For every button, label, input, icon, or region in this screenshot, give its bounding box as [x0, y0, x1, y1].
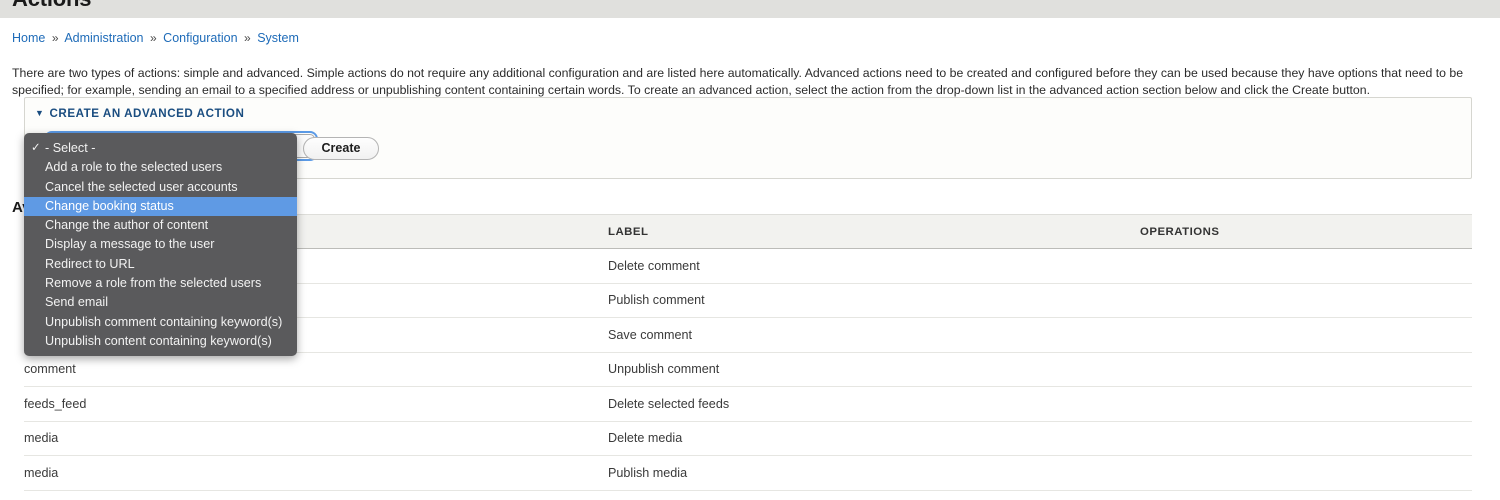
- page-title-band: Actions ☆: [0, 0, 1500, 18]
- cell-operations: [1140, 386, 1472, 422]
- cell-label: Publish comment: [316, 283, 1140, 318]
- menu-item-send-email[interactable]: Send email: [24, 293, 297, 312]
- table-row: media Publish media: [24, 455, 1472, 491]
- chevron-down-icon: ▼: [35, 108, 45, 118]
- cell-type: feeds_feed: [24, 386, 316, 422]
- cell-type: media: [24, 455, 316, 491]
- menu-item-change-author[interactable]: Change the author of content: [24, 216, 297, 235]
- menu-item-redirect-to-url[interactable]: Redirect to URL: [24, 255, 297, 274]
- cell-operations: [1140, 248, 1472, 284]
- create-advanced-action-legend[interactable]: ▼ CREATE AN ADVANCED ACTION: [35, 107, 244, 120]
- column-header-operations[interactable]: OPERATIONS: [1140, 214, 1472, 249]
- breadcrumb-item-home[interactable]: Home: [12, 31, 45, 45]
- cell-operations: [1140, 352, 1472, 387]
- breadcrumb-separator: »: [150, 31, 157, 45]
- cell-operations: [1140, 455, 1472, 491]
- table-row: comment Unpublish comment: [24, 352, 1472, 387]
- table-row: feeds_feed Delete selected feeds: [24, 386, 1472, 422]
- breadcrumb-item-system[interactable]: System: [257, 31, 299, 45]
- menu-item-remove-role[interactable]: Remove a role from the selected users: [24, 274, 297, 293]
- menu-item-unpublish-content-keywords[interactable]: Unpublish content containing keyword(s): [24, 332, 297, 351]
- cell-label: Publish media: [316, 455, 1140, 491]
- cell-operations: [1140, 283, 1472, 318]
- star-icon[interactable]: ☆: [76, 0, 88, 3]
- menu-item-change-booking-status[interactable]: Change booking status: [24, 196, 297, 217]
- breadcrumb: Home » Administration » Configuration » …: [12, 31, 299, 45]
- breadcrumb-item-configuration[interactable]: Configuration: [163, 31, 237, 45]
- menu-item-unpublish-comment-keywords[interactable]: Unpublish comment containing keyword(s): [24, 313, 297, 332]
- cell-type: comment: [24, 352, 316, 387]
- create-advanced-action-legend-label: CREATE AN ADVANCED ACTION: [49, 107, 245, 120]
- cell-label: Delete selected feeds: [316, 386, 1140, 422]
- breadcrumb-separator: »: [51, 31, 59, 45]
- column-header-label[interactable]: LABEL: [316, 214, 1140, 249]
- cell-label: Delete media: [316, 421, 1140, 456]
- breadcrumb-item-administration[interactable]: Administration: [64, 31, 143, 45]
- cell-label: Unpublish comment: [316, 352, 1140, 387]
- action-select-dropdown-menu[interactable]: - Select - Add a role to the selected us…: [24, 133, 297, 357]
- menu-item-cancel-user-accounts[interactable]: Cancel the selected user accounts: [24, 178, 297, 197]
- breadcrumb-separator: »: [244, 31, 251, 45]
- menu-item-select[interactable]: - Select -: [24, 139, 297, 159]
- cell-type: media: [24, 421, 316, 456]
- cell-operations: [1140, 421, 1472, 456]
- create-button[interactable]: Create: [303, 137, 379, 160]
- menu-item-display-message[interactable]: Display a message to the user: [24, 235, 297, 254]
- cell-label: Save comment: [316, 317, 1140, 353]
- intro-description: There are two types of actions: simple a…: [12, 66, 1464, 98]
- menu-item-add-role[interactable]: Add a role to the selected users: [24, 158, 297, 177]
- cell-label: Delete comment: [316, 248, 1140, 284]
- cell-operations: [1140, 317, 1472, 353]
- table-row: media Delete media: [24, 421, 1472, 456]
